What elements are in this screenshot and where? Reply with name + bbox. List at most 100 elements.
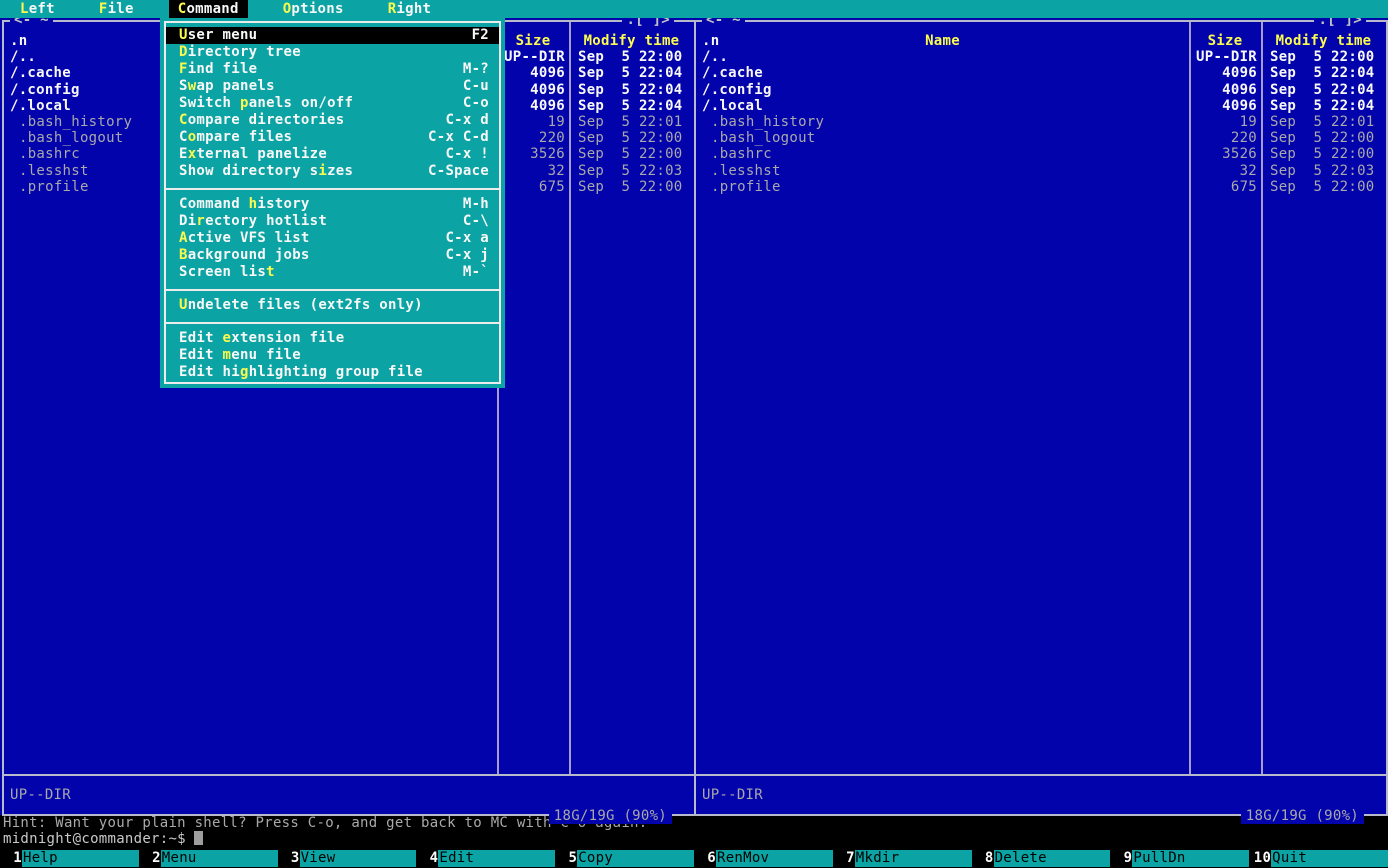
menu-item-screen-list[interactable]: Screen listM-` (166, 264, 499, 281)
function-key-bar: 1Help2Menu3View4Edit5Copy6RenMov7Mkdir8D… (0, 849, 1388, 868)
label-post: ackground jobs (188, 247, 310, 263)
menu-item-active-vfs-list[interactable]: Active VFS listC-x a (166, 230, 499, 247)
menu-item-shortcut: M-? (463, 61, 489, 78)
file-mtime: Sep 5 22:00 (1261, 49, 1386, 65)
hotkey-letter: i (318, 163, 327, 179)
menubar-item-command[interactable]: Command (169, 0, 248, 18)
menu-item-shortcut: C-x d (445, 112, 489, 129)
menu-item-edit-menu-file[interactable]: Edit menu file (166, 347, 499, 364)
column-header-size[interactable]: Size (497, 33, 569, 49)
menu-item-label: Switch panels on/off (179, 95, 463, 112)
shell-prompt-line[interactable]: midnight@commander:~$ (3, 831, 203, 847)
menu-item-shortcut: C-\ (463, 213, 489, 230)
file-mtime: Sep 5 22:04 (569, 82, 694, 98)
file-size: 3526 (497, 146, 569, 162)
file-size: 4096 (497, 82, 569, 98)
menu-group-separator (166, 314, 499, 324)
file-size: 19 (497, 114, 569, 130)
menu-item-directory-hotlist[interactable]: Directory hotlistC-\ (166, 213, 499, 230)
label-post: mpare files (196, 129, 292, 145)
menu-item-edit-highlighting-group-file[interactable]: Edit highlighting group file (166, 364, 499, 381)
hotkey-letter: C (179, 112, 188, 128)
label-post: ind file (188, 61, 258, 77)
menu-item-label: Edit highlighting group file (179, 364, 489, 381)
menu-item-label: Directory hotlist (179, 213, 463, 230)
menu-item-user-menu[interactable]: User menuF2 (166, 27, 499, 44)
hotkey-letter: D (179, 44, 188, 60)
column-header-time[interactable]: Modify time (569, 33, 694, 49)
function-key-help[interactable]: 1Help (0, 849, 139, 868)
file-size: 4096 (497, 98, 569, 114)
menubar-item-left[interactable]: Left (11, 0, 64, 18)
file-mtime: Sep 5 22:04 (1261, 82, 1386, 98)
file-row[interactable]: .bashrc3526Sep 5 22:00 (696, 146, 1386, 162)
file-mtime: Sep 5 22:00 (1261, 130, 1386, 146)
menu-item-find-file[interactable]: Find fileM-? (166, 61, 499, 78)
file-row[interactable]: .lesshst32Sep 5 22:03 (696, 163, 1386, 179)
function-key-edit[interactable]: 4Edit (416, 849, 555, 868)
column-header-size[interactable]: Size (1189, 33, 1261, 49)
menu-item-undelete-files-ext2fs-only[interactable]: Undelete files (ext2fs only) (166, 297, 499, 314)
label-post: istory (257, 196, 309, 212)
file-mtime: Sep 5 22:00 (569, 146, 694, 162)
file-row[interactable]: /.config4096Sep 5 22:04 (696, 82, 1386, 98)
file-row[interactable]: /.local4096Sep 5 22:04 (696, 98, 1386, 114)
menubar-item-file[interactable]: File (90, 0, 143, 18)
menu-item-label: Find file (179, 61, 463, 78)
function-key-quit[interactable]: 10Quit (1249, 849, 1388, 868)
function-key-label: Menu (161, 850, 278, 867)
command-menu-dropdown: User menuF2Directory treeFind fileM-?Swa… (160, 17, 505, 388)
menu-item-label: Active VFS list (179, 230, 445, 247)
function-key-copy[interactable]: 5Copy (555, 849, 694, 868)
function-key-label: Copy (577, 850, 694, 867)
menu-item-directory-tree[interactable]: Directory tree (166, 44, 499, 61)
label-post: eft (29, 1, 55, 17)
menu-item-external-panelize[interactable]: External panelizeC-x ! (166, 146, 499, 163)
file-row[interactable]: .profile675Sep 5 22:00 (696, 179, 1386, 195)
menu-item-compare-directories[interactable]: Compare directoriesC-x d (166, 112, 499, 129)
function-key-delete[interactable]: 8Delete (972, 849, 1111, 868)
file-mtime: Sep 5 22:04 (1261, 65, 1386, 81)
file-row[interactable]: .bash_history19Sep 5 22:01 (696, 114, 1386, 130)
file-size: 4096 (1189, 98, 1261, 114)
menu-item-show-directory-sizes[interactable]: Show directory sizesC-Space (166, 163, 499, 180)
file-name: .profile (696, 179, 1189, 195)
function-key-label: Help (22, 850, 139, 867)
function-key-renmov[interactable]: 6RenMov (694, 849, 833, 868)
file-size: 675 (1189, 179, 1261, 195)
menu-item-label: External panelize (179, 146, 445, 163)
menu-item-edit-extension-file[interactable]: Edit extension file (166, 330, 499, 347)
menu-item-shortcut: C-x ! (445, 146, 489, 163)
file-size: 3526 (1189, 146, 1261, 162)
file-size: 4096 (1189, 65, 1261, 81)
menu-item-switch-panels-on-off[interactable]: Switch panels on/offC-o (166, 95, 499, 112)
menu-item-background-jobs[interactable]: Background jobsC-x j (166, 247, 499, 264)
column-header-time[interactable]: Modify time (1261, 33, 1386, 49)
function-key-view[interactable]: 3View (278, 849, 417, 868)
function-key-number: 5 (555, 849, 577, 868)
label-post: ptions (291, 1, 343, 17)
column-header-name[interactable]: .nName (696, 33, 1189, 49)
menubar-item-right[interactable]: Right (379, 0, 441, 18)
menu-item-command-history[interactable]: Command historyM-h (166, 196, 499, 213)
file-row[interactable]: /.cache4096Sep 5 22:04 (696, 65, 1386, 81)
label-post: ternal panelize (196, 146, 327, 162)
file-row[interactable]: .bash_logout220Sep 5 22:00 (696, 130, 1386, 146)
function-key-pulldn[interactable]: 9PullDn (1110, 849, 1249, 868)
function-key-number: 3 (278, 849, 300, 868)
menu-group-separator (166, 180, 499, 190)
menu-item-swap-panels[interactable]: Swap panelsC-u (166, 78, 499, 95)
function-key-mkdir[interactable]: 7Mkdir (833, 849, 972, 868)
label-pre: Edit (179, 330, 223, 346)
label-post: anels on/off (249, 95, 354, 111)
column-header-name-label: Name (925, 33, 960, 49)
menubar-item-options[interactable]: Options (274, 0, 353, 18)
file-row[interactable]: /..UP--DIRSep 5 22:00 (696, 49, 1386, 65)
file-mtime: Sep 5 22:00 (569, 179, 694, 195)
menu-item-compare-files[interactable]: Compare filesC-x C-d (166, 129, 499, 146)
function-key-menu[interactable]: 2Menu (139, 849, 278, 868)
menu-item-shortcut: C-o (463, 95, 489, 112)
hotkey-letter: t (266, 264, 275, 280)
file-size: 32 (497, 163, 569, 179)
function-key-number: 4 (416, 849, 438, 868)
